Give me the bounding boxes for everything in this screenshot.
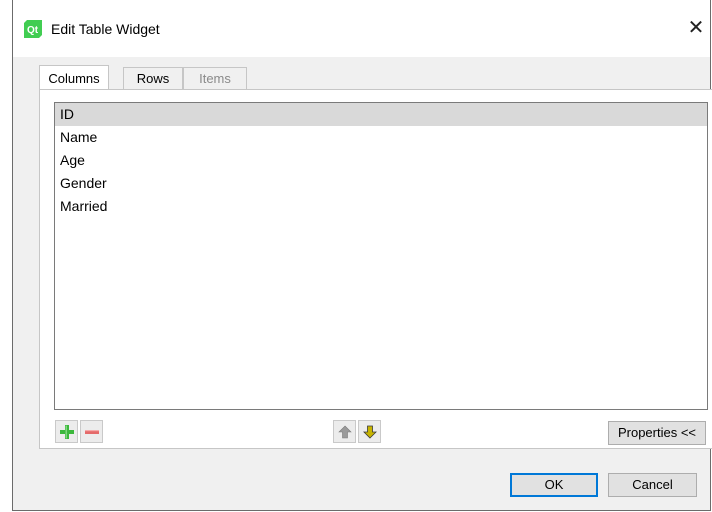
tab-rows[interactable]: Rows [123, 67, 183, 90]
tab-items-label: Items [199, 71, 231, 86]
edit-table-widget-dialog: Qt Edit Table Widget ✕ Columns Rows Item… [12, 0, 712, 511]
svg-text:Qt: Qt [27, 25, 39, 36]
tab-rows-label: Rows [136, 71, 170, 86]
properties-toggle-button[interactable]: Properties << [608, 421, 706, 445]
add-column-button[interactable] [55, 420, 78, 443]
list-item[interactable]: Gender [55, 172, 707, 195]
columns-list[interactable]: ID Name Age Gender Married [54, 102, 708, 410]
list-item[interactable]: ID [55, 103, 707, 126]
list-item[interactable]: Name [55, 126, 707, 149]
columns-tab-panel: ID Name Age Gender Married Properties << [39, 89, 712, 449]
tab-columns-label: Columns [48, 71, 100, 86]
cancel-button[interactable]: Cancel [608, 473, 697, 497]
minus-icon [85, 430, 99, 434]
arrow-down-icon [363, 425, 377, 439]
remove-column-button[interactable] [80, 420, 103, 443]
title-bar: Qt Edit Table Widget ✕ [13, 0, 710, 57]
list-item[interactable]: Age [55, 149, 707, 172]
qt-logo-icon: Qt [24, 20, 42, 38]
close-icon[interactable]: ✕ [682, 12, 710, 44]
tab-columns[interactable]: Columns [39, 65, 109, 89]
tab-items: Items [183, 67, 247, 90]
arrow-up-icon [338, 425, 352, 439]
window-title: Edit Table Widget [51, 21, 160, 37]
plus-icon [60, 425, 74, 439]
move-down-button[interactable] [358, 420, 381, 443]
move-up-button[interactable] [333, 420, 356, 443]
ok-button[interactable]: OK [510, 473, 598, 497]
list-item[interactable]: Married [55, 195, 707, 218]
